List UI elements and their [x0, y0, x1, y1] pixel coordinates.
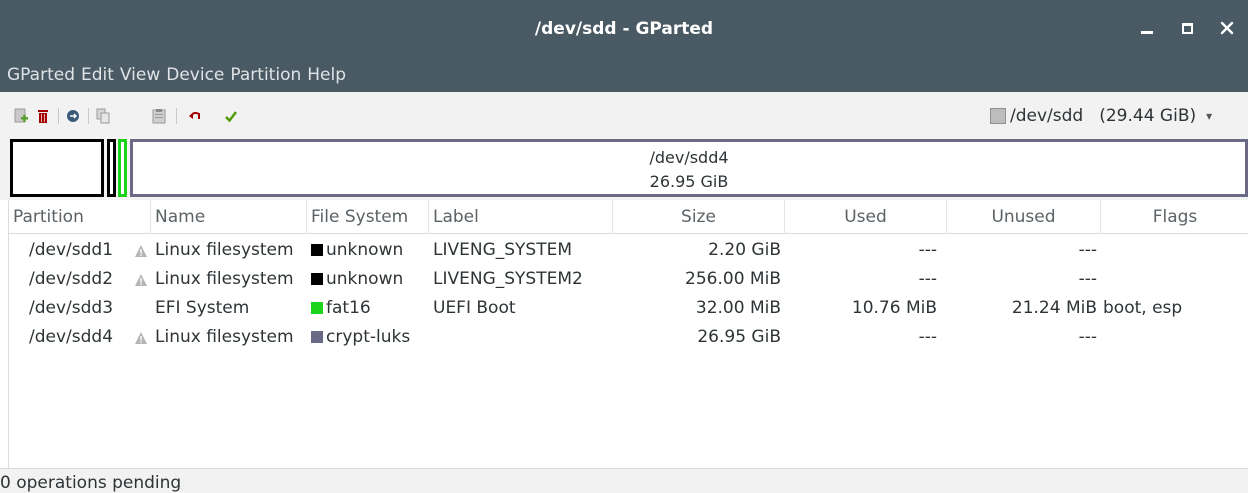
- partition-flags: [1103, 323, 1248, 352]
- partition-name: Linux filesystem: [155, 240, 294, 260]
- chevron-down-icon: ▾: [1206, 109, 1213, 123]
- menu-bar: GParted Edit View Device Partition Help: [0, 58, 1248, 92]
- column-header-partition[interactable]: Partition: [9, 200, 151, 234]
- filesystem-type: fat16: [326, 298, 371, 318]
- partition-block-sdd4[interactable]: /dev/sdd4 26.95 GiB: [130, 139, 1248, 197]
- menu-partition[interactable]: Partition: [227, 58, 304, 92]
- partition-label: UEFI Boot: [433, 298, 516, 318]
- copy-icon[interactable]: [96, 108, 110, 124]
- apply-icon[interactable]: [224, 108, 238, 124]
- filesystem-type: unknown: [326, 269, 404, 289]
- menu-device[interactable]: Device: [163, 58, 227, 92]
- partition-used: ---: [918, 327, 937, 347]
- partition-used: 10.76 MiB: [851, 298, 937, 318]
- filesystem-cell: unknown: [311, 236, 429, 265]
- minimize-button[interactable]: [1136, 16, 1158, 40]
- partition-block-sdd1[interactable]: [10, 139, 104, 197]
- paste-icon[interactable]: [152, 108, 166, 124]
- partition-label: LIVENG_SYSTEM: [433, 240, 573, 260]
- partition-size: 26.95 GiB: [697, 327, 781, 347]
- partition-label: [433, 323, 613, 352]
- device-selector[interactable]: /dev/sdd (29.44 GiB) ▾: [986, 101, 1248, 131]
- device-name: /dev/sdd: [1010, 106, 1084, 126]
- partition-path: /dev/sdd2: [29, 269, 114, 289]
- column-header-unused[interactable]: Unused: [947, 200, 1101, 234]
- close-icon: [1220, 21, 1234, 35]
- window-title: /dev/sdd - GParted: [534, 19, 714, 39]
- selected-partition-name: /dev/sdd4: [649, 148, 729, 167]
- window-controls: [1136, 16, 1238, 40]
- toolbar-separator: [58, 108, 59, 124]
- partition-name: EFI System: [155, 298, 250, 318]
- partition-label: LIVENG_SYSTEM2: [433, 269, 583, 289]
- close-button[interactable]: [1216, 16, 1238, 40]
- filesystem-type: crypt-luks: [326, 327, 411, 347]
- filesystem-cell: unknown: [311, 265, 429, 294]
- warning-icon: [134, 272, 148, 286]
- warning-icon: [134, 330, 148, 344]
- column-header-name[interactable]: Name: [151, 200, 307, 234]
- partition-size: 32.00 MiB: [695, 298, 781, 318]
- partition-block-sdd2[interactable]: [107, 139, 116, 197]
- partition-table: Partition Name File System Label Size Us…: [8, 200, 1248, 468]
- title-bar: /dev/sdd - GParted: [0, 0, 1248, 58]
- resize-move-icon[interactable]: [66, 108, 80, 124]
- filesystem-color-swatch: [311, 244, 323, 256]
- toolbar-separator: [176, 108, 177, 124]
- filesystem-color-swatch: [311, 331, 323, 343]
- partition-path: /dev/sdd4: [29, 327, 114, 347]
- status-bar: 0 operations pending: [0, 468, 1248, 493]
- partition-path: /dev/sdd3: [29, 298, 114, 318]
- menu-edit[interactable]: Edit: [78, 58, 117, 92]
- toolbar: /dev/sdd (29.44 GiB) ▾: [0, 92, 1248, 138]
- menu-help[interactable]: Help: [304, 58, 349, 92]
- partition-block-sdd3[interactable]: [118, 139, 127, 197]
- partition-used: ---: [918, 240, 937, 260]
- table-row[interactable]: /dev/sdd4 Linux filesystem crypt-luks 26.95…: [9, 323, 1248, 352]
- filesystem-cell: fat16: [311, 294, 429, 323]
- maximize-icon: [1181, 22, 1193, 34]
- minimize-icon: [1141, 30, 1153, 34]
- device-size: (29.44 GiB): [1099, 106, 1197, 126]
- partition-flags: [1103, 236, 1248, 265]
- table-row[interactable]: /dev/sdd3 EFI System fat16 UEFI Boot 32.00 M…: [9, 294, 1248, 323]
- selected-partition-size: 26.95 GiB: [649, 172, 729, 191]
- disk-map: /dev/sdd4 26.95 GiB: [0, 138, 1248, 200]
- filesystem-color-swatch: [311, 273, 323, 285]
- column-header-used[interactable]: Used: [785, 200, 947, 234]
- column-header-size[interactable]: Size: [613, 200, 785, 234]
- undo-icon[interactable]: [188, 108, 202, 124]
- column-header-flags[interactable]: Flags: [1101, 200, 1248, 234]
- column-header-label[interactable]: Label: [429, 200, 613, 234]
- partition-flags: boot, esp: [1103, 298, 1183, 318]
- filesystem-cell: crypt-luks: [311, 323, 429, 352]
- new-partition-icon[interactable]: [14, 108, 28, 124]
- delete-icon[interactable]: [36, 108, 50, 124]
- partition-unused: ---: [1078, 240, 1097, 260]
- toolbar-separator: [88, 108, 89, 124]
- partition-size: 256.00 MiB: [685, 269, 781, 289]
- status-text: 0 operations pending: [0, 473, 182, 493]
- maximize-button[interactable]: [1176, 16, 1198, 40]
- column-header-filesystem[interactable]: File System: [307, 200, 429, 234]
- partition-unused: 21.24 MiB: [1011, 298, 1097, 318]
- partition-block-label: /dev/sdd4 26.95 GiB: [133, 146, 1245, 194]
- menu-view[interactable]: View: [117, 58, 163, 92]
- partition-unused: ---: [1078, 269, 1097, 289]
- table-header: Partition Name File System Label Size Us…: [9, 200, 1248, 234]
- filesystem-color-swatch: [311, 302, 323, 314]
- partition-size: 2.20 GiB: [708, 240, 781, 260]
- partition-path: /dev/sdd1: [29, 240, 114, 260]
- table-row[interactable]: /dev/sdd2 Linux filesystem unknown LIVENG_S…: [9, 265, 1248, 294]
- partition-unused: ---: [1078, 327, 1097, 347]
- partition-flags: [1103, 265, 1248, 294]
- menu-gparted[interactable]: GParted: [4, 58, 78, 92]
- drive-icon: [990, 108, 1006, 124]
- filesystem-type: unknown: [326, 240, 404, 260]
- warning-icon: [134, 243, 148, 257]
- partition-name: Linux filesystem: [155, 327, 294, 347]
- partition-name: Linux filesystem: [155, 269, 294, 289]
- partition-used: ---: [918, 269, 937, 289]
- table-row[interactable]: /dev/sdd1 Linux filesystem unknown LIVENG_S…: [9, 236, 1248, 265]
